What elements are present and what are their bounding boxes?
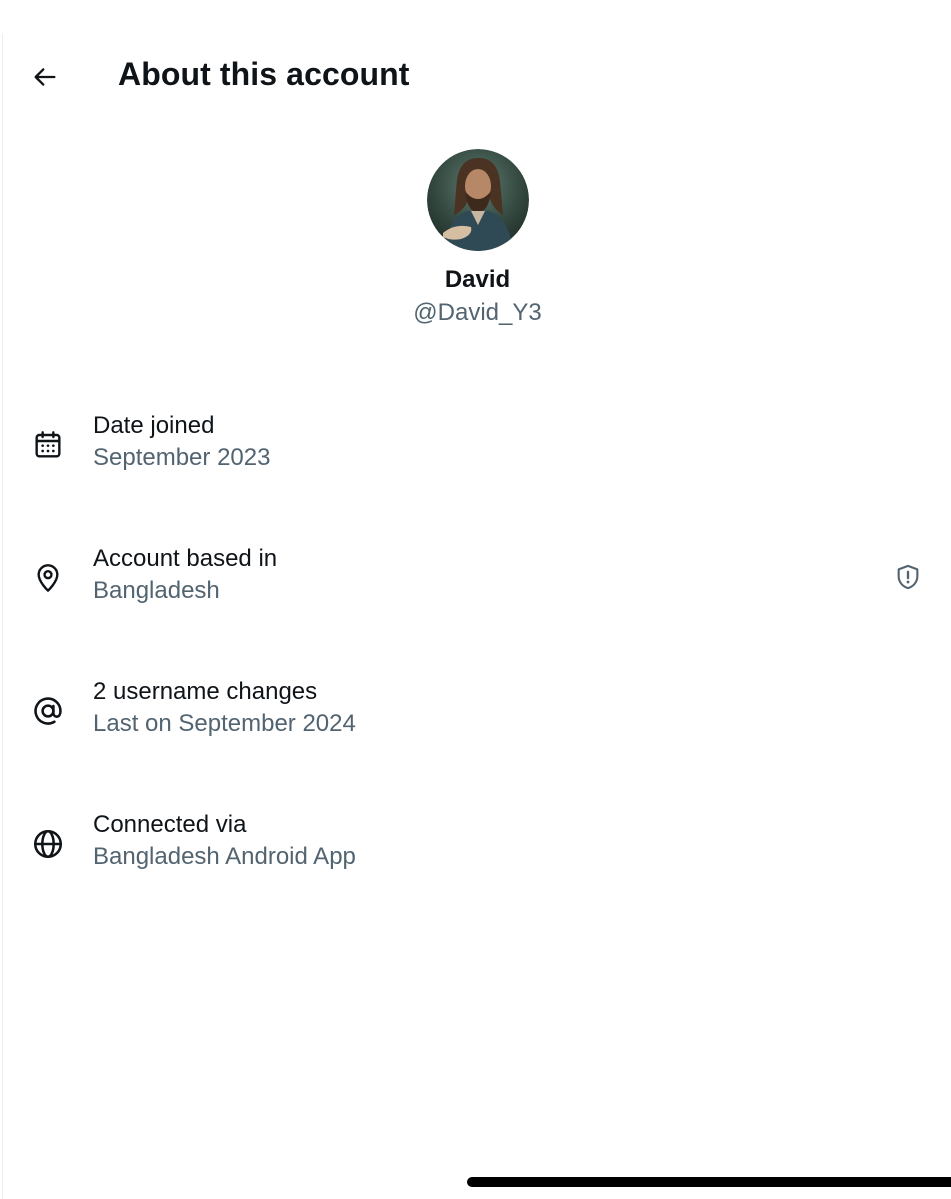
account-based-in-value: Bangladesh (93, 577, 220, 604)
date-joined-value: September 2023 (93, 444, 271, 471)
connected-via-value: Bangladesh Android App (93, 843, 356, 870)
shield-alert-icon[interactable] (892, 561, 924, 593)
username-changes-value: Last on September 2024 (93, 710, 356, 737)
location-pin-icon (31, 561, 65, 595)
username-changes-label: 2 username changes (93, 678, 318, 705)
row-text: Account based in Bangladesh (93, 543, 277, 607)
account-based-in-label: Account based in (93, 545, 278, 572)
at-sign-icon (31, 694, 65, 728)
date-joined-label: Date joined (93, 412, 215, 439)
connected-via-label: Connected via (93, 811, 247, 838)
row-text: Date joined September 2023 (93, 410, 270, 474)
back-button[interactable] (28, 60, 62, 94)
info-row-username-changes: 2 username changes Last on September 202… (3, 676, 951, 746)
info-row-account-based-in: Account based in Bangladesh (3, 543, 951, 613)
page-title: About this account (118, 56, 410, 92)
globe-icon (31, 827, 65, 861)
calendar-icon (31, 428, 65, 462)
display-name: David (444, 266, 511, 293)
info-row-connected-via: Connected via Bangladesh Android App (3, 809, 951, 879)
avatar[interactable] (426, 149, 529, 251)
arrow-left-icon (34, 68, 56, 86)
info-row-date-joined: Date joined September 2023 (3, 410, 951, 480)
profile-summary: David @David_Y3 (3, 149, 951, 328)
row-text: 2 username changes Last on September 202… (93, 676, 356, 740)
home-indicator[interactable] (467, 1177, 951, 1187)
top-bar: About this account (3, 34, 951, 120)
username-handle: @David_Y3 (413, 299, 542, 326)
row-text: Connected via Bangladesh Android App (93, 809, 356, 873)
about-account-page: About this account David @David_Y3 Date … (2, 34, 951, 1199)
